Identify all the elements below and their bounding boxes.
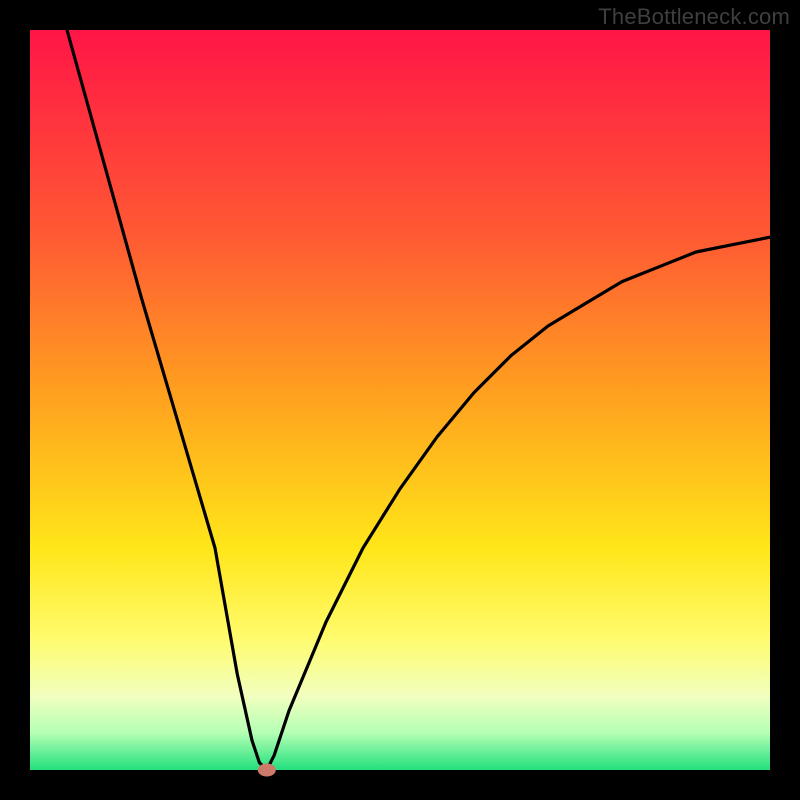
chart-container: TheBottleneck.com: [0, 0, 800, 800]
bottleneck-chart: [0, 0, 800, 800]
optimal-marker: [258, 764, 276, 777]
watermark-text: TheBottleneck.com: [598, 4, 790, 30]
plot-background: [30, 30, 770, 770]
